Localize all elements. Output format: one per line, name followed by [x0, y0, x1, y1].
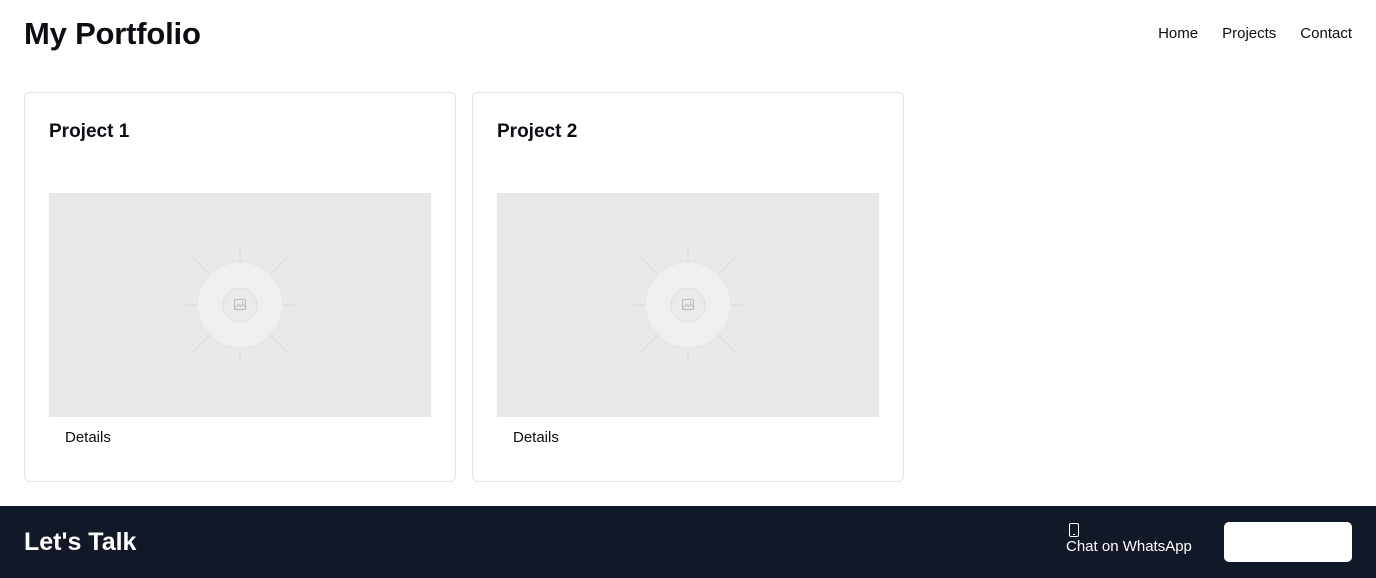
nav-link-home[interactable]: Home: [1158, 24, 1198, 44]
details-link[interactable]: Details: [513, 428, 559, 448]
phone-icon: [1069, 523, 1079, 537]
site-title: My Portfolio: [24, 16, 201, 51]
project-card: Project 2 Details: [472, 92, 904, 482]
footer-title: Let's Talk: [24, 528, 137, 556]
project-card: Project 1 Details: [24, 92, 456, 482]
site-footer: Let's Talk Chat on WhatsApp: [0, 506, 1376, 578]
main-nav: Home Projects Contact: [1158, 24, 1352, 44]
nav-link-projects[interactable]: Projects: [1222, 24, 1276, 44]
image-placeholder-icon: [182, 247, 298, 363]
project-image-placeholder: [49, 193, 431, 417]
project-image-placeholder: [497, 193, 879, 417]
site-header: My Portfolio Home Projects Contact: [0, 0, 1376, 68]
whatsapp-chat-link[interactable]: Chat on WhatsApp: [1066, 523, 1192, 556]
whatsapp-label: Chat on WhatsApp: [1066, 538, 1192, 555]
details-link[interactable]: Details: [65, 428, 111, 448]
footer-action-button[interactable]: [1224, 522, 1352, 562]
projects-grid: Project 1 Details Project 2 Details: [24, 92, 904, 482]
nav-link-contact[interactable]: Contact: [1300, 24, 1352, 44]
project-title: Project 1: [49, 121, 130, 142]
image-placeholder-icon: [630, 247, 746, 363]
project-title: Project 2: [497, 121, 578, 142]
